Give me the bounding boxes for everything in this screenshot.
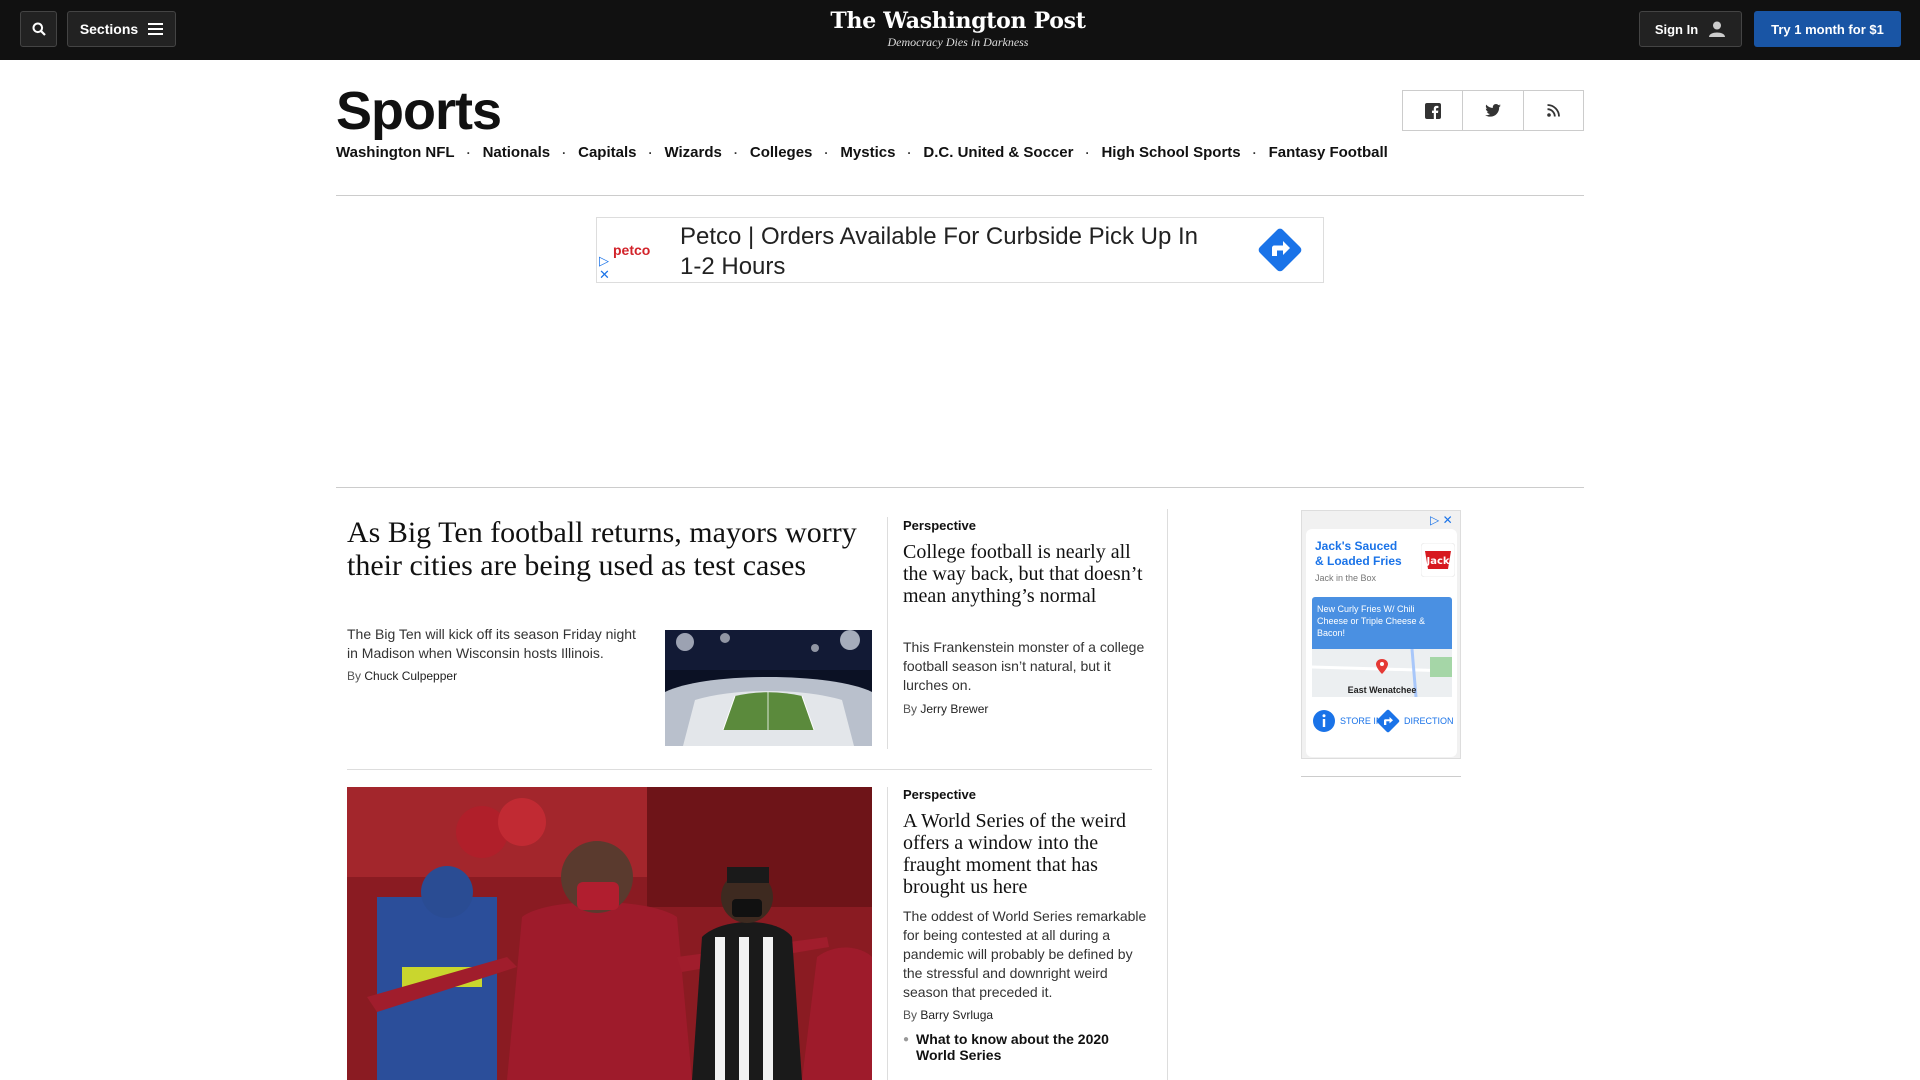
- petco-ad-banner[interactable]: ▷ ✕ petco Petco | Orders Available For Cu…: [596, 217, 1324, 283]
- ad-text: Petco | Orders Available For Curbside Pi…: [680, 223, 1199, 280]
- subscribe-button[interactable]: Try 1 month for $1: [1754, 11, 1901, 47]
- brand-tagline: Democracy Dies in Darkness: [887, 35, 1029, 49]
- search-button[interactable]: [20, 11, 57, 47]
- nav-separator: ·: [1085, 145, 1090, 160]
- byline-prefix: By: [903, 702, 918, 716]
- sign-in-button[interactable]: Sign In: [1639, 11, 1742, 47]
- main-rail-divider: [1167, 509, 1168, 1080]
- twitter-icon: [1485, 104, 1501, 117]
- lead-story-headline[interactable]: As Big Ten football returns, mayors worr…: [347, 516, 872, 582]
- nav-link-high-school-sports[interactable]: High School Sports: [1101, 144, 1240, 161]
- rss-link[interactable]: [1524, 91, 1583, 130]
- jack-in-the-box-ad[interactable]: ▷ ✕ Jack's Sauced & Loaded Fries Jack in…: [1301, 510, 1461, 759]
- related-link[interactable]: ● What to know about the 2020 World Seri…: [903, 1031, 1148, 1063]
- jack-in-the-box-logo: Jack: [1421, 543, 1455, 577]
- nav-separator: ·: [907, 145, 912, 160]
- ad-card: Jack's Sauced & Loaded Fries Jack in the…: [1306, 529, 1457, 757]
- nav-link-capitals[interactable]: Capitals: [578, 144, 636, 161]
- nav-separator: ·: [1252, 145, 1257, 160]
- ad-promo-text: New Curly Fries W/ Chili Cheese or Tripl…: [1312, 597, 1452, 649]
- directions-arrow-icon: [1376, 709, 1400, 733]
- nav-link-fantasy-football[interactable]: Fantasy Football: [1269, 144, 1388, 161]
- svg-text:Jack: Jack: [1425, 556, 1449, 567]
- story-kicker[interactable]: Perspective: [903, 787, 976, 802]
- lead-story-blurb: The Big Ten will kick off its season Fri…: [347, 626, 636, 661]
- sections-label: Sections: [79, 21, 139, 37]
- third-story-blurb: The oddest of World Series remarkable fo…: [903, 908, 1147, 1000]
- story-divider: [347, 769, 1152, 770]
- football-sideline-photo[interactable]: [347, 787, 872, 1080]
- story-kicker[interactable]: Perspective: [903, 518, 976, 533]
- second-story-blurb: This Frankenstein monster of a college f…: [903, 639, 1145, 693]
- header-divider: [336, 195, 1584, 196]
- nav-separator: ·: [648, 145, 653, 160]
- byline-prefix: By: [903, 1008, 918, 1022]
- nav-separator: ·: [562, 145, 567, 160]
- third-story-headline[interactable]: A World Series of the weird offers a win…: [903, 810, 1148, 898]
- nav-separator: ·: [466, 145, 471, 160]
- second-story-byline: By Jerry Brewer: [903, 702, 988, 716]
- nav-separator: ·: [824, 145, 829, 160]
- facebook-icon: [1424, 102, 1441, 119]
- page-title: Sports: [336, 81, 502, 141]
- ad-title[interactable]: Jack's Sauced & Loaded Fries: [1315, 539, 1405, 569]
- stadium-photo[interactable]: [665, 630, 872, 746]
- ad-choices-icon[interactable]: ▷ ✕: [1430, 513, 1453, 527]
- third-story-byline: By Barry Svrluga: [903, 1008, 993, 1022]
- directions-arrow-icon[interactable]: [1257, 227, 1303, 273]
- author-link[interactable]: Barry Svrluga: [920, 1008, 993, 1022]
- rss-icon: [1547, 104, 1560, 117]
- nav-link-wizards[interactable]: Wizards: [664, 144, 721, 161]
- author-link[interactable]: Chuck Culpepper: [364, 669, 457, 683]
- nav-link-nationals[interactable]: Nationals: [483, 144, 551, 161]
- facebook-link[interactable]: [1403, 91, 1464, 130]
- washington-post-logo[interactable]: The Washington Post Democracy Dies in Da…: [760, 8, 1156, 50]
- rail-divider: [1301, 776, 1461, 777]
- ad-choices-icon[interactable]: ▷ ✕: [599, 254, 610, 282]
- content-divider: [336, 487, 1584, 488]
- lead-story-byline: By Chuck Culpepper: [347, 669, 457, 683]
- ad-sponsor: Jack in the Box: [1315, 573, 1377, 583]
- social-share-links: [1402, 90, 1584, 131]
- ad-map[interactable]: East Wenatchee: [1312, 649, 1452, 697]
- user-icon: [1709, 21, 1726, 37]
- search-icon: [32, 22, 46, 36]
- directions-button[interactable]: DIRECTION: [1376, 709, 1454, 733]
- sections-menu-button[interactable]: Sections: [67, 11, 176, 47]
- hamburger-icon: [148, 23, 164, 35]
- top-navigation-bar: Sections The Washington Post Democracy D…: [0, 0, 1920, 60]
- brand-name: The Washington Post: [830, 8, 1086, 34]
- byline-prefix: By: [347, 669, 362, 683]
- directions-label: DIRECTION: [1404, 716, 1454, 726]
- info-icon: [1313, 710, 1335, 732]
- related-link-label: What to know about the 2020 World Series: [916, 1031, 1109, 1063]
- map-location-label: East Wenatchee: [1347, 685, 1417, 695]
- bullet-icon: ●: [903, 1034, 910, 1045]
- second-story-headline[interactable]: College football is nearly all the way b…: [903, 541, 1148, 607]
- sports-subsection-nav: Washington NFL · Nationals · Capitals · …: [336, 144, 1388, 161]
- nav-separator: ·: [733, 145, 738, 160]
- author-link[interactable]: Jerry Brewer: [920, 702, 988, 716]
- sign-in-label: Sign In: [1654, 21, 1699, 37]
- nav-link-colleges[interactable]: Colleges: [750, 144, 813, 161]
- ad-brand-logo: petco: [613, 242, 651, 258]
- column-divider: [887, 787, 888, 1080]
- twitter-link[interactable]: [1463, 91, 1524, 130]
- nav-link-dc-united-soccer[interactable]: D.C. United & Soccer: [923, 144, 1073, 161]
- nav-link-mystics[interactable]: Mystics: [840, 144, 895, 161]
- nav-link-washington-nfl[interactable]: Washington NFL: [336, 144, 455, 161]
- column-divider: [887, 517, 888, 749]
